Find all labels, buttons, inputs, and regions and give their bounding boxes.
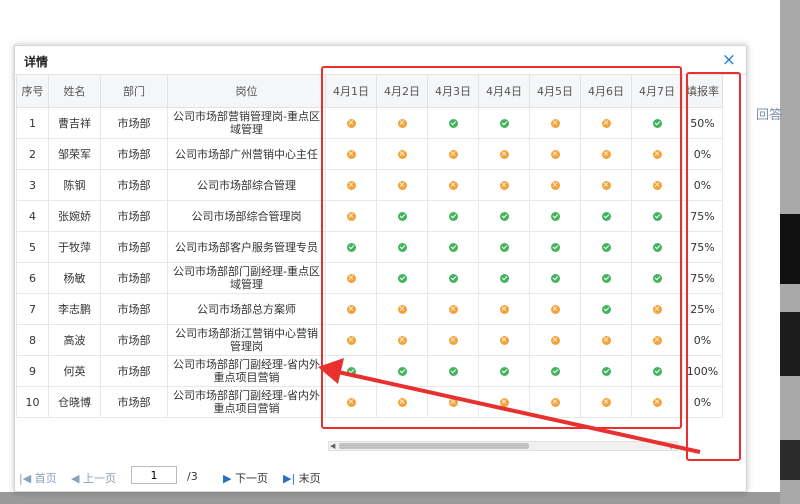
arrow-head: [318, 358, 344, 384]
annotation-arrow: [318, 358, 701, 454]
arrow-line: [337, 370, 701, 454]
